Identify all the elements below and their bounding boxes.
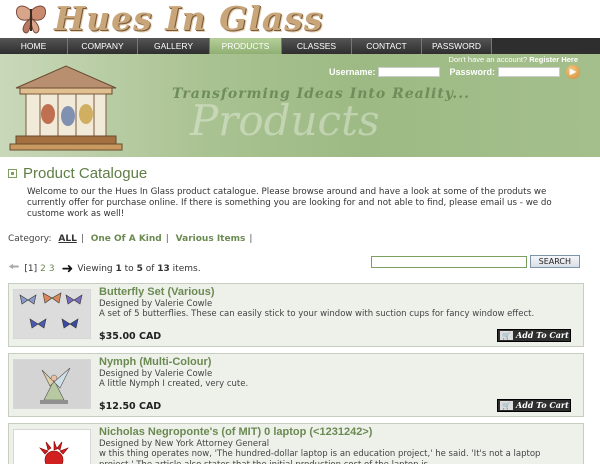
laptop-image [14,430,90,464]
nymph-image [14,360,90,408]
account-prompt-text: Don't have an account? [448,55,528,64]
password-label: Password: [449,67,495,77]
product-description: A little Nymph I created, very cute. [99,379,249,389]
register-link[interactable]: Register Here [529,55,578,64]
viewing-items-word: items. [172,264,201,274]
viewing-text: Viewing 1 to 5 of 13 items. [77,264,200,274]
username-label: Username: [328,67,376,77]
prev-page-arrow-icon[interactable]: 🠘 [8,258,19,280]
product-designer: Designed by Valerie Cowle [99,369,213,379]
add-to-cart-button[interactable]: 🛒 Add To Cart [497,329,571,342]
category-separator: | [249,234,253,244]
viewing-to-word: to [124,264,134,274]
main-content: Product Catalogue Welcome to our the Hue… [8,165,592,464]
butterfly-set-image [14,290,90,338]
main-nav: HOME COMPANY GALLERY PRODUCTS CLASSES CO… [0,38,600,54]
product-designer: Designed by Valerie Cowle [99,299,213,309]
nav-filler [492,38,600,54]
product-thumbnail[interactable] [13,359,91,409]
category-all[interactable]: ALL [58,234,76,244]
product-card: Butterfly Set (Various) Designed by Vale… [8,283,584,347]
product-card: Nicholas Negroponte's (of MIT) 0 laptop … [8,423,584,464]
page-link-1[interactable]: [1] [24,264,37,274]
glass-carousel-image [9,65,123,151]
arrow-right-icon: ▶ [569,67,577,76]
header: Hues In Glass [0,0,600,38]
category-one-of-a-kind[interactable]: One Of A Kind [91,234,162,244]
page-title: Product Catalogue [23,165,148,182]
viewing-from: 1 [115,264,122,274]
product-name[interactable]: Nicholas Negroponte's (of MIT) 0 laptop … [99,426,372,438]
nav-item-company[interactable]: COMPANY [68,38,138,54]
viewing-label: Viewing [77,264,113,274]
product-thumbnail[interactable] [13,429,91,464]
nav-item-contact[interactable]: CONTACT [352,38,422,54]
page-link-3[interactable]: 3 [49,264,55,274]
cart-icon: 🛒 [500,331,513,340]
nav-item-products[interactable]: PRODUCTS [210,38,282,54]
catalogue-intro: Welcome to our the Hues In Glass product… [27,187,552,219]
nav-item-classes[interactable]: CLASSES [282,38,352,54]
product-price: $12.50 CAD [99,401,162,412]
username-input[interactable] [378,67,441,77]
search-input[interactable] [370,255,527,268]
site-logo-text[interactable]: Hues In Glass [54,0,323,38]
category-filter: Category: ALL | One Of A Kind | Various It… [8,234,252,244]
next-page-arrow-icon[interactable]: ➜ [62,261,74,277]
nav-item-gallery[interactable]: GALLERY [138,38,210,54]
product-price: $35.00 CAD [99,331,162,342]
nav-item-home[interactable]: HOME [0,38,68,54]
product-name[interactable]: Butterfly Set (Various) [99,286,215,298]
product-description: w this thing operates now, 'The hundred-… [99,449,541,464]
product-name[interactable]: Nymph (Multi-Colour) [99,356,211,368]
product-search: SEARCH [370,255,580,268]
password-input[interactable] [498,67,560,77]
login-go-button[interactable]: ▶ [566,65,580,79]
viewing-total: 13 [157,264,170,274]
page-title-row: Product Catalogue [8,165,592,182]
category-various-items[interactable]: Various Items [176,234,246,244]
page-link-2[interactable]: 2 [40,264,46,274]
product-card: Nymph (Multi-Colour) Designed by Valerie… [8,353,584,417]
product-designer: Designed by New York Attorney General [99,439,270,449]
add-to-cart-label: Add To Cart [516,400,569,410]
product-description: A set of 5 butterflies. These can easily… [99,309,535,319]
banner-watermark: Products [190,96,380,145]
search-button[interactable]: SEARCH [529,255,580,268]
nav-item-password[interactable]: PASSWORD [422,38,492,54]
product-thumbnail[interactable] [13,289,91,339]
category-separator: | [80,234,84,244]
add-to-cart-label: Add To Cart [516,330,569,340]
banner-tagline: Transforming Ideas Into Reality... [172,86,470,102]
category-label: Category: [8,234,52,244]
account-prompt: Don't have an account? Register Here [449,55,578,64]
pagination: 🠘 [1] 2 3 ➜ Viewing 1 to 5 of 13 items. [8,258,201,280]
category-separator: | [165,234,169,244]
viewing-to: 5 [136,264,143,274]
cart-icon: 🛒 [500,401,513,410]
viewing-of-word: of [145,264,155,274]
add-to-cart-button[interactable]: 🛒 Add To Cart [497,399,571,412]
login-form: Username: Password: ▶ [329,65,580,79]
title-bullet-icon [8,169,17,178]
butterfly-logo-icon [15,5,47,34]
